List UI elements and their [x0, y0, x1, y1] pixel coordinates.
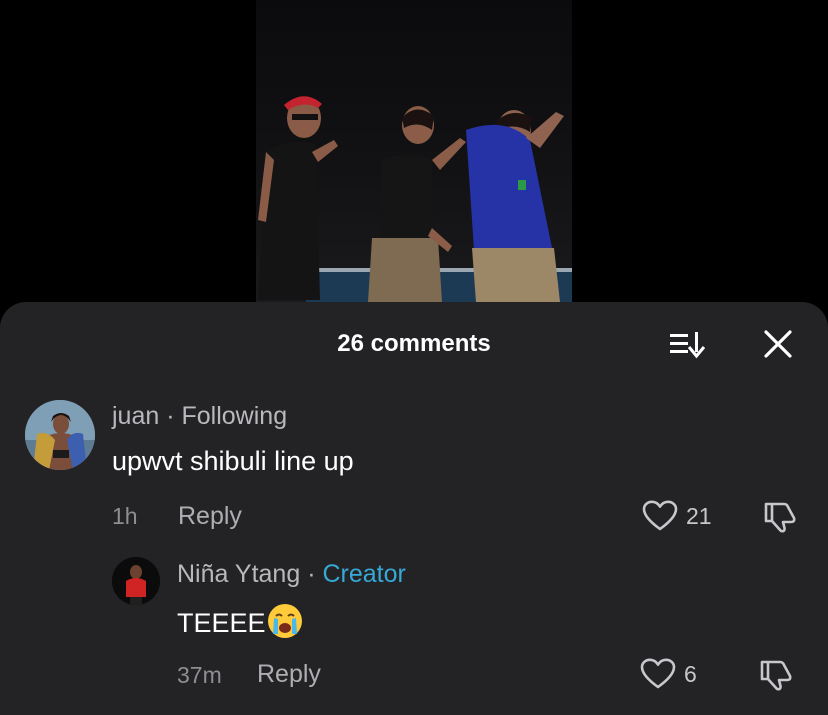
close-icon[interactable] — [760, 326, 796, 362]
avatar[interactable] — [25, 400, 95, 470]
reply-author-name[interactable]: Niña Ytang — [177, 560, 300, 588]
reply-text-content: TEEEE — [177, 608, 266, 638]
like-count: 21 — [686, 502, 712, 529]
like-button[interactable]: 21 — [642, 500, 712, 532]
avatar[interactable] — [112, 557, 160, 605]
heart-icon — [640, 658, 676, 689]
reply-time: 37m — [177, 662, 222, 688]
sort-comments-icon[interactable] — [668, 326, 708, 362]
like-count: 6 — [684, 660, 697, 687]
comment-text: upwvt shibuli line up — [112, 446, 354, 476]
like-button[interactable]: 6 — [640, 658, 697, 690]
reply-button[interactable]: Reply — [178, 502, 242, 531]
reply-button[interactable]: Reply — [257, 660, 321, 689]
heart-icon — [642, 500, 678, 531]
comments-sheet: 26 comments juan · Following upwvt shibu… — [0, 302, 828, 715]
following-label: Following — [181, 402, 288, 430]
reply-text: TEEEE — [177, 604, 302, 639]
video-frame — [258, 96, 572, 302]
reply-author-line: Niña Ytang · Creator — [177, 560, 406, 589]
comment-author-line: juan · Following — [112, 402, 287, 431]
author-separator: · — [166, 402, 175, 430]
comment-author-name[interactable]: juan — [112, 402, 159, 430]
dancer-3 — [466, 110, 564, 302]
author-separator: · — [307, 560, 316, 588]
creator-badge: Creator — [322, 560, 406, 588]
loudly-crying-face-icon — [267, 604, 302, 638]
dislike-icon[interactable] — [762, 500, 798, 539]
video-player[interactable] — [256, 0, 572, 302]
comment-time: 1h — [112, 503, 138, 529]
dislike-icon[interactable] — [758, 658, 794, 697]
